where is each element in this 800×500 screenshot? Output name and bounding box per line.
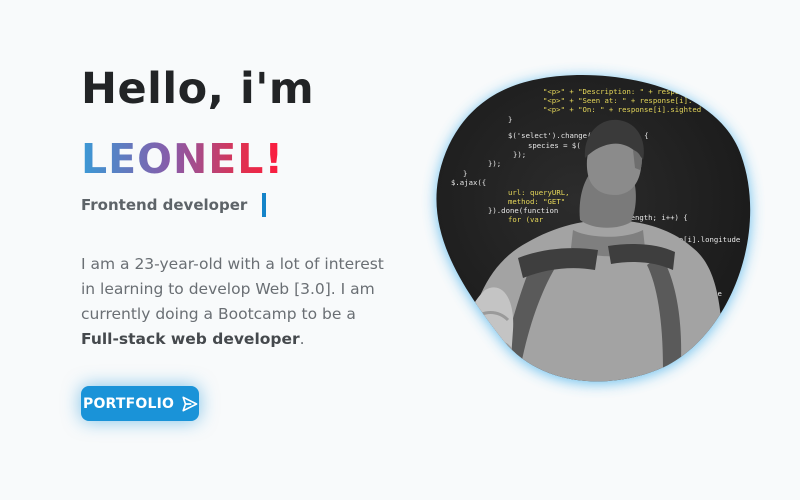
bio-line: in learning to develop Web [3.0]. I am — [81, 280, 375, 298]
code-snippet-line: $.ajax({ — [451, 178, 486, 187]
code-snippet-line: method: "GET" — [508, 197, 565, 206]
bio-line: I am a 23-year-old with a lot of interes… — [81, 255, 384, 273]
portfolio-button-label: PORTFOLIO — [83, 395, 175, 412]
role-row: Frontend developer — [81, 192, 421, 218]
code-snippet-line: } — [508, 115, 512, 124]
profile-photo-icon: "<p>" + "Description: " + response[i]."<… — [436, 75, 751, 384]
name-heading: LEONEL! — [81, 132, 284, 186]
code-snippet-line: "<p>" + "Seen at: " + response[i]. — [543, 96, 692, 105]
code-snippet-line: "<p>" + "On: " + response[i].sighted — [543, 105, 701, 114]
typing-caret — [262, 193, 266, 217]
code-snippet-line: url: queryURL, — [508, 188, 570, 197]
code-snippet-line: }).done(function — [488, 206, 558, 215]
code-snippet-line: species = $( — [528, 141, 581, 150]
bio-paragraph: I am a 23-year-old with a lot of interes… — [81, 252, 411, 352]
code-snippet-line: }); — [488, 159, 501, 168]
greeting-heading: Hello, i'm — [81, 64, 315, 114]
code-snippet-line: "<p>" + "Description: " + response[i]. — [543, 87, 710, 96]
send-icon — [182, 395, 198, 412]
code-snippet-line: } — [463, 169, 467, 178]
portfolio-button[interactable]: PORTFOLIO — [81, 386, 199, 421]
code-snippet-line: for (var — [508, 215, 544, 224]
profile-photo: "<p>" + "Description: " + response[i]. "<… — [423, 70, 763, 395]
code-snippet-line: }); — [513, 150, 526, 159]
bio-line: currently doing a Bootcamp to be a — [81, 305, 356, 323]
hero-intro: Hello, i'm LEONEL! Frontend developer I … — [81, 60, 421, 352]
bio-highlight: Full-stack web developer — [81, 330, 300, 348]
bio-end: . — [299, 330, 305, 348]
role-text: Frontend developer — [81, 196, 248, 214]
